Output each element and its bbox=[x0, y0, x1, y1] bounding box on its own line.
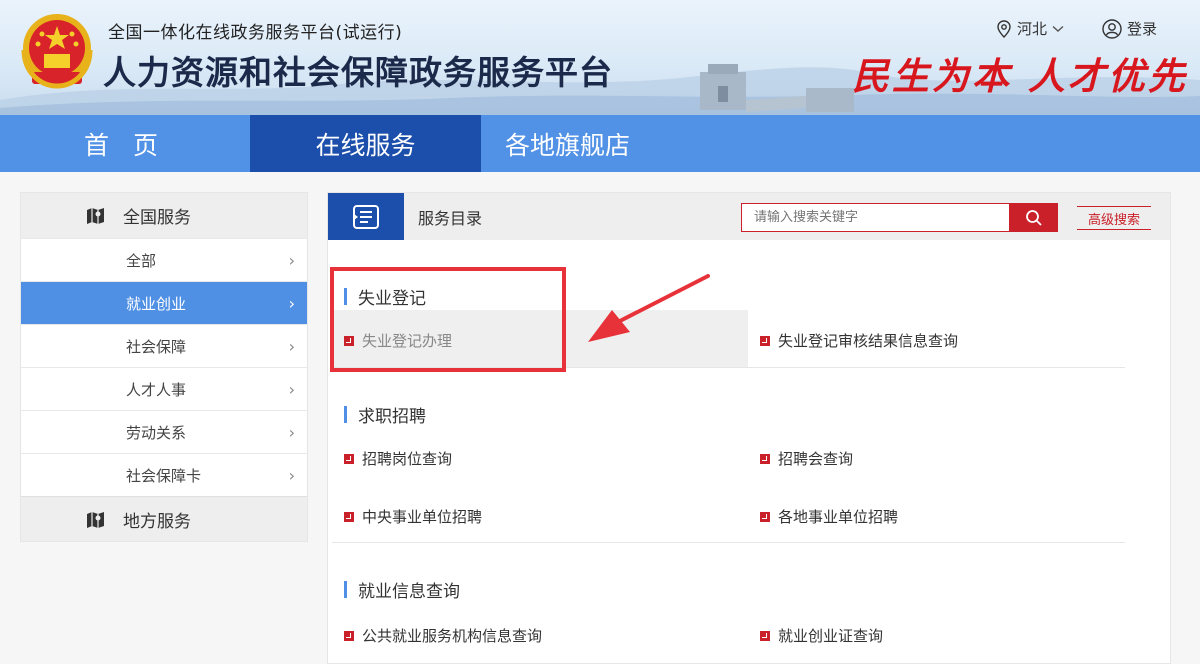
link-job-fair-query[interactable]: 招聘会查询 bbox=[760, 448, 853, 469]
link-unemployment-review-result-query[interactable]: 失业登记审核结果信息查询 bbox=[760, 330, 958, 351]
catalog-icon-box bbox=[328, 193, 404, 240]
sidebar-item-social-security-card[interactable]: 社会保障卡 › bbox=[21, 453, 307, 496]
link-label: 公共就业服务机构信息查询 bbox=[362, 627, 543, 645]
service-catalog-panel: 服务目录 高级搜索 失业登记 失业登记办理 失业登记审核结果信息查询 bbox=[327, 192, 1171, 664]
link-label: 各地事业单位招聘 bbox=[778, 508, 899, 526]
link-label: 招聘岗位查询 bbox=[362, 450, 453, 468]
section-divider bbox=[332, 542, 1125, 543]
chevron-right-icon: › bbox=[288, 465, 295, 485]
chevron-right-icon: › bbox=[288, 336, 295, 356]
location-pin-icon bbox=[997, 19, 1011, 38]
sidebar-item-label: 社会保障卡 bbox=[126, 466, 202, 485]
sidebar-item-label: 就业创业 bbox=[126, 294, 187, 313]
sidebar-item-label: 全部 bbox=[126, 251, 157, 270]
local-services-label: 地方服务 bbox=[123, 511, 191, 532]
sidebar-item-all[interactable]: 全部 › bbox=[21, 238, 307, 281]
chevron-right-icon: › bbox=[288, 293, 295, 313]
link-job-position-query[interactable]: 招聘岗位查询 bbox=[344, 448, 452, 469]
nav-online-services[interactable]: 在线服务 bbox=[250, 115, 481, 172]
arrow-bullet-icon bbox=[760, 453, 770, 464]
map-icon bbox=[87, 511, 104, 528]
sidebar-item-talent-personnel[interactable]: 人才人事 › bbox=[21, 367, 307, 410]
user-icon bbox=[1102, 18, 1122, 39]
nav-local-flagship-stores[interactable]: 各地旗舰店 bbox=[481, 115, 654, 172]
search-input[interactable] bbox=[741, 203, 1009, 232]
login-label: 登录 bbox=[1127, 20, 1158, 38]
search-button[interactable] bbox=[1009, 203, 1058, 232]
section-title-employment-info-query: 就业信息查询 bbox=[344, 577, 460, 602]
section-title-job-recruitment: 求职招聘 bbox=[344, 402, 426, 427]
sidebar-item-social-security[interactable]: 社会保障 › bbox=[21, 324, 307, 367]
link-employment-certificate-query[interactable]: 就业创业证查询 bbox=[760, 625, 883, 646]
main-nav: 首 页 在线服务 各地旗舰店 bbox=[0, 115, 1200, 172]
region-selector[interactable]: 河北 bbox=[996, 18, 1064, 39]
chevron-down-icon bbox=[1052, 25, 1064, 32]
chevron-right-icon: › bbox=[288, 379, 295, 399]
link-label: 失业登记审核结果信息查询 bbox=[778, 332, 959, 350]
arrow-bullet-icon bbox=[760, 630, 770, 641]
chevron-right-icon: › bbox=[288, 422, 295, 442]
site-header: 全国一体化在线政务服务平台(试运行) 人力资源和社会保障政务服务平台 民生为本 … bbox=[0, 0, 1200, 115]
search-icon bbox=[1025, 209, 1042, 226]
link-local-institution-recruitment[interactable]: 各地事业单位招聘 bbox=[760, 506, 898, 527]
catalog-list-icon bbox=[353, 204, 379, 229]
arrow-bullet-icon bbox=[344, 630, 354, 641]
search-box bbox=[741, 203, 1058, 232]
chevron-right-icon: › bbox=[288, 250, 295, 270]
platform-subtitle: 全国一体化在线政务服务平台(试运行) bbox=[108, 23, 403, 43]
local-services-header[interactable]: 地方服务 bbox=[21, 496, 307, 541]
sidebar-item-label: 社会保障 bbox=[126, 337, 187, 356]
link-label: 就业创业证查询 bbox=[778, 627, 884, 645]
arrow-bullet-icon bbox=[344, 511, 354, 522]
link-label: 招聘会查询 bbox=[778, 450, 854, 468]
advanced-search-button[interactable]: 高级搜索 bbox=[1077, 206, 1151, 230]
sidebar-item-label: 人才人事 bbox=[126, 380, 187, 399]
service-sidebar: 全国服务 全部 › 就业创业 › 社会保障 › 人才人事 › 劳动关系 › 社会… bbox=[20, 192, 308, 542]
sidebar-item-employment[interactable]: 就业创业 › bbox=[21, 281, 307, 324]
catalog-title: 服务目录 bbox=[418, 208, 483, 228]
sidebar-item-label: 劳动关系 bbox=[126, 423, 187, 442]
annotation-highlight-box bbox=[330, 267, 566, 372]
map-icon bbox=[87, 208, 104, 224]
platform-title: 人力资源和社会保障政务服务平台 bbox=[103, 53, 613, 92]
arrow-bullet-icon bbox=[344, 453, 354, 464]
arrow-bullet-icon bbox=[760, 335, 770, 346]
link-label: 中央事业单位招聘 bbox=[362, 508, 483, 526]
link-public-employment-agency-query[interactable]: 公共就业服务机构信息查询 bbox=[344, 625, 542, 646]
national-services-header[interactable]: 全国服务 bbox=[21, 193, 307, 238]
region-label: 河北 bbox=[1017, 20, 1048, 38]
content-area: 全国服务 全部 › 就业创业 › 社会保障 › 人才人事 › 劳动关系 › 社会… bbox=[0, 172, 1200, 664]
sidebar-item-labor-relations[interactable]: 劳动关系 › bbox=[21, 410, 307, 453]
slogan-calligraphy: 民生为本 人才优先 bbox=[852, 54, 1188, 98]
arrow-bullet-icon bbox=[760, 511, 770, 522]
national-emblem-icon bbox=[21, 14, 93, 89]
login-button[interactable]: 登录 bbox=[1102, 18, 1157, 39]
national-services-label: 全国服务 bbox=[123, 208, 191, 228]
link-central-institution-recruitment[interactable]: 中央事业单位招聘 bbox=[344, 506, 482, 527]
nav-home[interactable]: 首 页 bbox=[0, 115, 250, 172]
catalog-header: 服务目录 高级搜索 bbox=[328, 193, 1170, 240]
